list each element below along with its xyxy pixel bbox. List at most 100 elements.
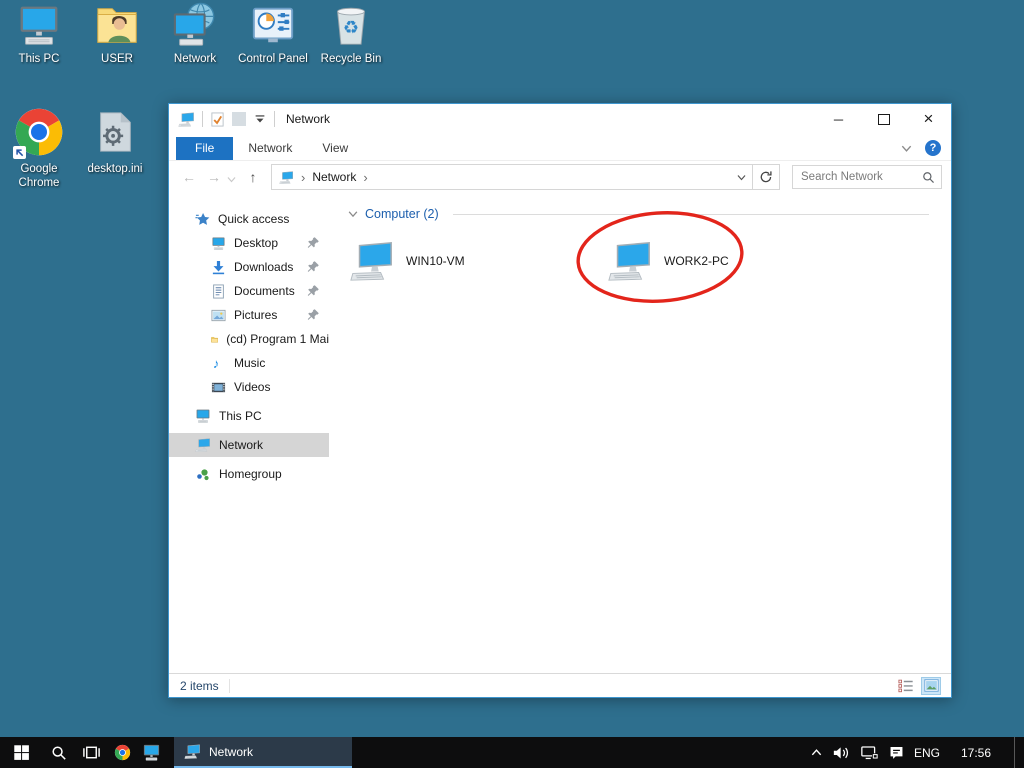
- sidebar-item-label: Music: [234, 356, 265, 370]
- search-icon[interactable]: [922, 171, 935, 184]
- forward-button[interactable]: →: [203, 169, 225, 185]
- separator: [274, 111, 275, 127]
- computer-icon: [607, 238, 653, 284]
- documents-icon: [211, 284, 226, 299]
- sidebar-item-this-pc[interactable]: This PC: [169, 404, 329, 428]
- new-folder-qat-icon[interactable]: [232, 112, 246, 126]
- network-icon: [184, 743, 201, 760]
- window-controls: ─ ×: [816, 104, 951, 134]
- desktop-icon-user-folder[interactable]: USER: [78, 0, 156, 67]
- computer-item-win10-vm[interactable]: WIN10-VM: [349, 238, 607, 284]
- maximize-button[interactable]: [861, 104, 906, 134]
- homegroup-icon: [195, 466, 211, 482]
- tab-view[interactable]: View: [307, 137, 363, 160]
- this-pc-icon: [16, 2, 62, 48]
- tab-network[interactable]: Network: [233, 137, 307, 160]
- taskbar-explorer-button[interactable]: [137, 737, 166, 768]
- sidebar-item-label: Network: [219, 438, 263, 452]
- collapse-group-chevron-icon[interactable]: [347, 208, 359, 220]
- desktop-icon-this-pc[interactable]: This PC: [0, 0, 78, 67]
- sidebar-item-desktop[interactable]: Desktop: [169, 231, 329, 255]
- sidebar-item-homegroup[interactable]: Homegroup: [169, 462, 329, 486]
- tab-file[interactable]: File: [176, 137, 233, 160]
- sidebar-item-cd-program[interactable]: (cd) Program 1 Mai: [169, 327, 329, 351]
- downloads-icon: [211, 260, 226, 275]
- expand-ribbon-chevron-icon[interactable]: [900, 142, 913, 155]
- refresh-button[interactable]: [752, 165, 779, 189]
- pin-icon: [307, 284, 320, 297]
- quick-access-toolbar: Network: [169, 111, 330, 128]
- up-button[interactable]: ↑: [242, 169, 264, 185]
- desktop-icon-desktop-ini[interactable]: desktop.ini: [76, 104, 154, 177]
- details-view-button[interactable]: [897, 678, 915, 694]
- desktop-icon-google-chrome[interactable]: Google Chrome: [0, 104, 78, 191]
- taskbar-active-task-network[interactable]: Network: [174, 737, 352, 768]
- svg-text:♪: ♪: [213, 356, 220, 371]
- computer-name: WORK2-PC: [664, 254, 729, 268]
- sidebar-item-label: Homegroup: [219, 467, 282, 481]
- sidebar-item-downloads[interactable]: Downloads: [169, 255, 329, 279]
- sidebar-item-label: (cd) Program 1 Mai: [226, 332, 329, 346]
- action-center-icon[interactable]: [888, 744, 905, 761]
- ini-file-icon: [92, 109, 138, 155]
- network-globe-icon: [172, 2, 218, 48]
- properties-qat-icon[interactable]: [210, 112, 225, 127]
- group-header-label: Computer (2): [365, 207, 439, 221]
- address-breadcrumb[interactable]: › Network ›: [272, 165, 730, 189]
- help-button[interactable]: ?: [925, 140, 941, 156]
- minimize-button[interactable]: ─: [816, 104, 861, 134]
- sidebar-item-videos[interactable]: Videos: [169, 375, 329, 399]
- desktop-icon-label: This PC: [0, 53, 78, 67]
- sidebar-item-pictures[interactable]: Pictures: [169, 303, 329, 327]
- customize-qat-dropdown-icon[interactable]: [253, 112, 267, 126]
- volume-icon[interactable]: [832, 744, 851, 761]
- network-status-icon[interactable]: [860, 744, 879, 761]
- title-bar[interactable]: Network ─ ×: [169, 104, 951, 134]
- active-task-label: Network: [209, 745, 253, 759]
- control-panel-icon: [250, 2, 296, 48]
- explorer-window: Network ─ × File Network View ? ← → ↑ › …: [168, 103, 952, 698]
- large-icons-view-button[interactable]: [922, 678, 940, 694]
- large-icons-view-icon: [924, 679, 939, 692]
- navigation-pane: Quick access Desktop Downloads Documents…: [169, 193, 329, 673]
- clock[interactable]: 17:56: [954, 746, 998, 760]
- recent-locations-chevron-icon[interactable]: [226, 174, 237, 185]
- search-box[interactable]: [792, 165, 942, 189]
- group-header-rule: [453, 214, 929, 215]
- show-desktop-button[interactable]: [1014, 737, 1024, 768]
- windows-logo-icon: [13, 744, 30, 761]
- task-view-icon: [82, 743, 101, 762]
- close-button[interactable]: ×: [906, 104, 951, 134]
- task-view-button[interactable]: [75, 737, 108, 768]
- sidebar-item-label: Desktop: [234, 236, 278, 250]
- close-icon: ×: [924, 109, 934, 129]
- start-button[interactable]: [0, 737, 42, 768]
- taskbar-chrome-button[interactable]: [108, 737, 137, 768]
- item-count: 2 items: [180, 679, 219, 693]
- breadcrumb-location[interactable]: Network: [312, 170, 356, 184]
- window-system-icon: [178, 111, 195, 128]
- desktop-icon-control-panel[interactable]: Control Panel: [234, 0, 312, 67]
- sidebar-item-quick-access[interactable]: Quick access: [169, 207, 329, 231]
- recycle-bin-icon: [328, 2, 374, 48]
- sidebar-item-network[interactable]: Network: [169, 433, 329, 457]
- back-button[interactable]: ←: [178, 169, 200, 185]
- address-dropdown-chevron-icon[interactable]: [736, 172, 747, 183]
- language-indicator[interactable]: ENG: [914, 746, 940, 760]
- taskbar-search-button[interactable]: [42, 737, 75, 768]
- desktop-icon-label: desktop.ini: [76, 163, 154, 177]
- search-input[interactable]: [799, 170, 922, 184]
- sidebar-item-documents[interactable]: Documents: [169, 279, 329, 303]
- group-header-computer[interactable]: Computer (2): [347, 207, 931, 221]
- sidebar-item-label: Videos: [234, 380, 270, 394]
- minimize-icon: ─: [834, 112, 843, 127]
- computer-item-work2-pc[interactable]: WORK2-PC: [607, 238, 865, 284]
- file-list-pane[interactable]: Computer (2) WIN10-VM WORK2-PC: [329, 193, 951, 673]
- sidebar-item-music[interactable]: ♪ Music: [169, 351, 329, 375]
- hidden-icons-chevron-icon[interactable]: [810, 746, 823, 759]
- desktop-icon-recycle-bin[interactable]: Recycle Bin: [312, 0, 390, 67]
- search-icon: [51, 745, 67, 761]
- shortcut-arrow-icon: [13, 146, 26, 159]
- quick-access-star-icon: [195, 212, 210, 227]
- desktop-icon-network[interactable]: Network: [156, 0, 234, 67]
